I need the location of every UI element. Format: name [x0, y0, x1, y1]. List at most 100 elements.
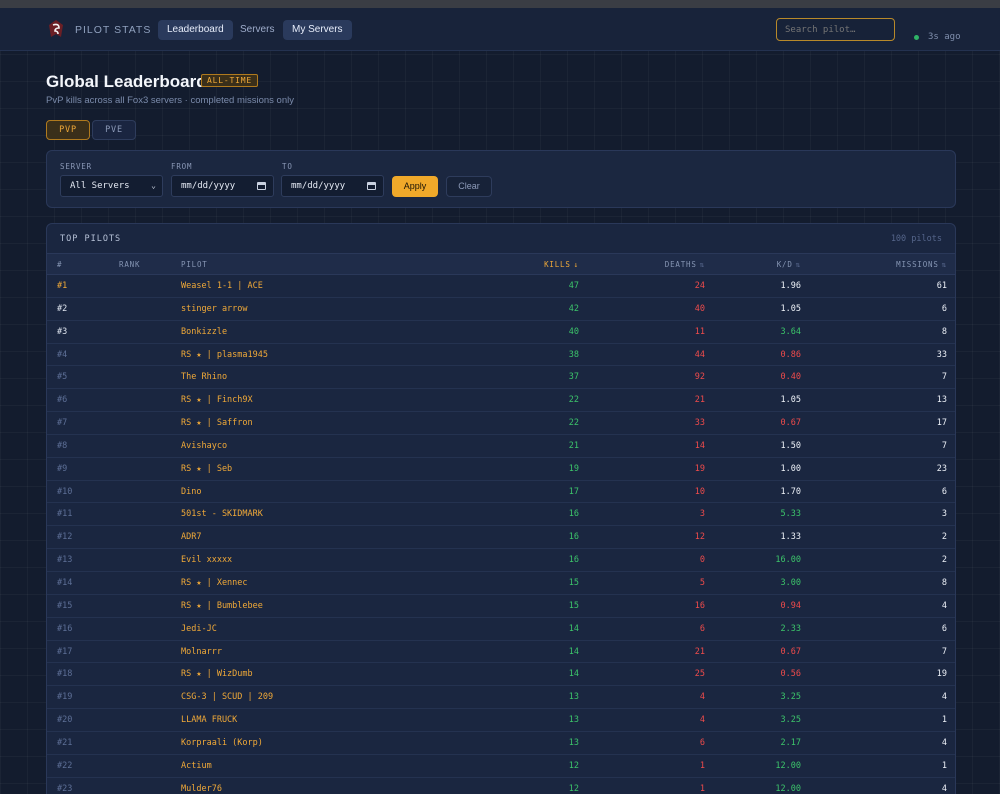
- pilot-name-link[interactable]: CSG-3 | SCUD | 209: [181, 692, 273, 702]
- missions-value: 8: [941, 577, 947, 588]
- pilot-name-link[interactable]: The Rhino: [181, 372, 227, 382]
- table-row[interactable]: #18 RS ★ | WizDumb 14 25 0.56 19: [47, 663, 955, 687]
- pilot-name-link[interactable]: RS ★ | Seb: [181, 464, 232, 474]
- missions-value: 23: [936, 463, 947, 474]
- pilot-name-link[interactable]: Molnarrr: [181, 647, 222, 657]
- table-row[interactable]: #14 RS ★ | Xennec 15 5 3.00 8: [47, 572, 955, 595]
- kd-value: 3.25: [780, 715, 801, 726]
- pilot-name-link[interactable]: Weasel 1-1 | ACE: [181, 281, 263, 291]
- pilot-name-link[interactable]: Dino: [181, 487, 201, 497]
- pilot-name-link[interactable]: Mulder76: [181, 784, 222, 794]
- kd-value: 0.67: [780, 646, 801, 657]
- kills-value: 16: [568, 509, 579, 520]
- mode-tab-pve[interactable]: PVE: [92, 120, 136, 140]
- to-date-input[interactable]: mm/dd/yyyy: [281, 175, 384, 197]
- kills-value: 12: [568, 760, 579, 771]
- missions-value: 7: [941, 372, 947, 383]
- row-rank: #16: [57, 623, 73, 634]
- table-row[interactable]: #2 stinger arrow 42 40 1.05 6: [47, 298, 955, 321]
- kills-value: 14: [568, 623, 579, 634]
- deaths-value: 11: [694, 326, 705, 337]
- table-row[interactable]: #13 Evil xxxxx 16 0 16.00 2: [47, 549, 955, 572]
- column-header-rank[interactable]: RANK: [119, 260, 140, 269]
- kills-value: 17: [568, 486, 579, 497]
- table-row[interactable]: #4 RS ★ | plasma1945 38 44 0.86 33: [47, 344, 955, 367]
- kills-value: 16: [568, 555, 579, 566]
- pilot-name-link[interactable]: RS ★ | Xennec: [181, 578, 248, 588]
- server-select-value: All Servers: [70, 181, 130, 191]
- pilot-name-link[interactable]: Bonkizzle: [181, 327, 227, 337]
- pilot-name-link[interactable]: RS ★ | Saffron: [181, 418, 253, 428]
- table-row[interactable]: #15 RS ★ | Bumblebee 15 16 0.94 4: [47, 595, 955, 618]
- pilot-name-link[interactable]: LLAMA FRUCK: [181, 715, 237, 725]
- logo-icon: [49, 20, 63, 37]
- mode-tab-pvp[interactable]: PVP: [46, 120, 90, 140]
- column-header-deaths[interactable]: DEATHS ⇅: [665, 260, 705, 269]
- sort-icon: ⇅: [795, 260, 801, 269]
- column-header-missions[interactable]: MISSIONS ⇅: [896, 260, 947, 269]
- kd-value: 0.67: [780, 418, 801, 429]
- deaths-value: 4: [699, 715, 705, 726]
- pilot-name-link[interactable]: Avishayco: [181, 441, 227, 451]
- pilot-name-link[interactable]: RS ★ | Bumblebee: [181, 601, 263, 611]
- table-row[interactable]: #6 RS ★ | Finch9X 22 21 1.05 13: [47, 389, 955, 413]
- table-row[interactable]: #20 LLAMA FRUCK 13 4 3.25 1: [47, 709, 955, 732]
- missions-value: 13: [936, 395, 947, 406]
- pilot-name-link[interactable]: Actium: [181, 761, 212, 771]
- pilot-name-link[interactable]: 501st - SKIDMARK: [181, 509, 263, 519]
- calendar-icon[interactable]: [367, 182, 376, 190]
- row-rank: #10: [57, 486, 73, 497]
- deaths-value: 6: [699, 623, 705, 634]
- row-rank: #20: [57, 715, 73, 726]
- table-row[interactable]: #17 Molnarrr 14 21 0.67 7: [47, 641, 955, 664]
- table-row[interactable]: #11 501st - SKIDMARK 16 3 5.33 3: [47, 503, 955, 527]
- pilot-name-link[interactable]: RS ★ | plasma1945: [181, 350, 268, 360]
- pilot-name-link[interactable]: Evil xxxxx: [181, 555, 232, 565]
- table-row[interactable]: #3 Bonkizzle 40 11 3.64 8: [47, 321, 955, 344]
- server-select[interactable]: All Servers ⌄: [60, 175, 163, 197]
- table-row[interactable]: #10 Dino 17 10 1.70 6: [47, 481, 955, 504]
- deaths-value: 40: [694, 303, 705, 314]
- to-date-label: TO: [282, 162, 293, 171]
- pilot-name-link[interactable]: ADR7: [181, 532, 201, 542]
- kills-value: 15: [568, 577, 579, 588]
- kills-value: 12: [568, 783, 579, 794]
- search-pilot-input[interactable]: [776, 18, 895, 41]
- pilot-name-link[interactable]: RS ★ | WizDumb: [181, 669, 253, 679]
- table-header: # RANK PILOT KILLS ↓ DEATHS ⇅ K/D ⇅ MISSION…: [47, 253, 955, 275]
- deaths-value: 21: [694, 395, 705, 406]
- column-header-kd[interactable]: K/D ⇅: [777, 260, 801, 269]
- column-header-pilot[interactable]: PILOT: [181, 260, 208, 269]
- pilot-name-link[interactable]: RS ★ | Finch9X: [181, 395, 253, 405]
- table-row[interactable]: #5 The Rhino 37 92 0.40 7: [47, 366, 955, 390]
- missions-value: 7: [941, 646, 947, 657]
- table-row[interactable]: #21 Korpraali (Korp) 13 6 2.17 4: [47, 732, 955, 755]
- nav-link-servers[interactable]: Servers: [231, 20, 283, 40]
- table-title: TOP PILOTS: [60, 234, 122, 244]
- table-row[interactable]: #22 Actium 12 1 12.00 1: [47, 755, 955, 778]
- nav-link-leaderboard[interactable]: Leaderboard: [158, 20, 233, 40]
- table-row[interactable]: #12 ADR7 16 12 1.33 2: [47, 526, 955, 550]
- period-badge: ALL-TIME: [201, 74, 258, 87]
- row-rank: #22: [57, 760, 73, 771]
- kills-value: 37: [568, 372, 579, 383]
- table-row[interactable]: #23 Mulder76 12 1 12.00 4: [47, 778, 955, 794]
- column-header-kills[interactable]: KILLS ↓: [544, 260, 579, 269]
- table-row[interactable]: #19 CSG-3 | SCUD | 209 13 4 3.25 4: [47, 686, 955, 710]
- row-rank: #3: [57, 326, 68, 337]
- apply-button[interactable]: Apply: [392, 176, 438, 197]
- clear-button[interactable]: Clear: [446, 176, 492, 197]
- pilot-name-link[interactable]: Korpraali (Korp): [181, 738, 263, 748]
- pilot-name-link[interactable]: stinger arrow: [181, 304, 248, 314]
- kd-value: 3.00: [780, 577, 801, 588]
- pilot-name-link[interactable]: Jedi-JC: [181, 624, 217, 634]
- table-row[interactable]: #1 Weasel 1-1 | ACE 47 24 1.96 61: [47, 275, 955, 298]
- calendar-icon[interactable]: [257, 182, 266, 190]
- missions-value: 33: [936, 349, 947, 360]
- from-date-input[interactable]: mm/dd/yyyy: [171, 175, 274, 197]
- table-row[interactable]: #8 Avishayco 21 14 1.50 7: [47, 435, 955, 458]
- table-row[interactable]: #16 Jedi-JC 14 6 2.33 6: [47, 618, 955, 641]
- nav-link-my-servers[interactable]: My Servers: [283, 20, 352, 40]
- table-row[interactable]: #9 RS ★ | Seb 19 19 1.00 23: [47, 458, 955, 481]
- table-row[interactable]: #7 RS ★ | Saffron 22 33 0.67 17: [47, 412, 955, 435]
